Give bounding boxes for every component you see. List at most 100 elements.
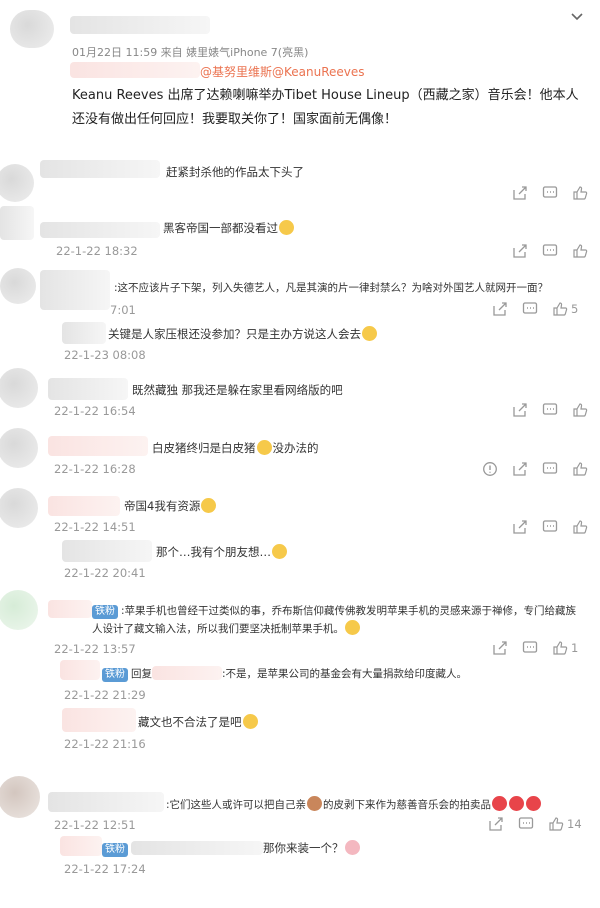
comment-time: 22-1-22 12:51	[54, 818, 136, 832]
avatar[interactable]	[0, 428, 38, 468]
commenter-name[interactable]	[60, 836, 102, 856]
post-meta: 01月22日 11:59 来自 婊里婊气iPhone 7(亮黑)	[72, 46, 309, 59]
share-icon[interactable]	[512, 185, 528, 201]
comment-time: 22-1-22 16:54	[54, 404, 136, 418]
comment-text: 铁粉 那你来装一个？	[102, 840, 361, 857]
comment-time: 22-1-22 14:51	[54, 520, 136, 534]
comment-icon[interactable]	[518, 816, 534, 832]
like-icon[interactable]	[572, 402, 588, 418]
mention-blur	[70, 62, 200, 78]
comment-text: 铁粉:苹果手机也曾经干过类似的事，乔布斯信仰藏传佛教发明苹果手机的灵感来源于禅修…	[92, 605, 577, 635]
commenter-name[interactable]	[40, 222, 160, 238]
post-text: Keanu Reeves 出席了达赖喇嘛举办Tibet House Lineup…	[72, 88, 579, 127]
commenter-name[interactable]	[48, 600, 92, 618]
comment-time: 22-1-22 16:28	[54, 462, 136, 476]
avatar[interactable]	[0, 488, 38, 528]
laugh-cry-emoji	[279, 220, 294, 235]
comment-actions: 14	[488, 816, 582, 832]
comment-time: 22-1-22 21:29	[64, 688, 146, 702]
like-icon[interactable]	[572, 461, 588, 477]
share-icon[interactable]	[492, 301, 508, 317]
comment-text: :这不应该片子下架，列入失德艺人，凡是其演的片一律封禁么？为啥对外国艺人就网开一…	[114, 282, 549, 294]
smile-emoji	[201, 498, 217, 513]
share-icon[interactable]	[512, 519, 528, 535]
share-icon[interactable]	[512, 402, 528, 418]
share-icon[interactable]	[512, 243, 528, 259]
comment-time: 22-1-22 20:41	[64, 566, 146, 580]
avatar[interactable]	[0, 368, 38, 408]
comment-icon[interactable]	[542, 185, 558, 201]
commenter-name[interactable]	[62, 322, 106, 344]
avatar[interactable]	[0, 164, 34, 202]
comment-text: 白皮猪终归是白皮猪 没办法的	[152, 440, 319, 455]
like-icon[interactable]	[552, 640, 568, 656]
commenter-name[interactable]	[62, 540, 152, 562]
comment-actions	[482, 461, 588, 477]
commenter-name[interactable]	[62, 708, 136, 732]
like-icon[interactable]	[552, 301, 568, 317]
comment-time: 22-1-22 21:16	[64, 737, 146, 751]
comment-icon[interactable]	[542, 519, 558, 535]
post-mentions[interactable]: @基努里维斯@KeanuReeves	[200, 63, 365, 80]
comment-text: 赶紧封杀他的作品太下头了	[166, 165, 304, 179]
like-icon[interactable]	[548, 816, 564, 832]
comment-actions	[512, 243, 588, 259]
avatar[interactable]	[0, 590, 38, 630]
comment-time: 22-1-23 08:08	[64, 348, 146, 362]
comment-actions: 5	[492, 301, 578, 317]
like-icon[interactable]	[572, 243, 588, 259]
comment-icon[interactable]	[542, 402, 558, 418]
share-icon[interactable]	[488, 816, 504, 832]
comment-icon[interactable]	[542, 461, 558, 477]
comment-actions	[512, 402, 588, 418]
pig-emoji	[344, 840, 360, 855]
commenter-name[interactable]	[48, 496, 120, 516]
comment-text: 关键是人家压根还没参加？只是主办方说这人会去	[108, 326, 378, 342]
commenter-name[interactable]	[48, 792, 164, 812]
comment-actions	[512, 185, 588, 201]
commenter-name-cont[interactable]	[131, 841, 263, 855]
commenter-name[interactable]	[48, 378, 128, 400]
like-count: 14	[567, 817, 582, 831]
comment-time: 22-1-22 13:57	[54, 642, 136, 656]
comment-text: 铁粉 回复:不是，是苹果公司的基金会有大量捐款给印度藏人。	[102, 666, 467, 682]
author-name[interactable]	[70, 16, 210, 34]
commenter-name[interactable]	[60, 660, 100, 680]
heart-eyes-emoji	[509, 796, 525, 811]
like-count: 5	[571, 302, 579, 316]
comment-text: 藏文也不合法了是吧	[138, 714, 259, 730]
laugh-cry-emoji	[362, 326, 377, 341]
avatar[interactable]	[0, 268, 36, 304]
comment-icon[interactable]	[522, 640, 538, 656]
share-icon[interactable]	[512, 461, 528, 477]
person-emoji	[307, 796, 323, 811]
avatar[interactable]	[0, 776, 40, 818]
like-icon[interactable]	[572, 185, 588, 201]
comment-actions	[512, 519, 588, 535]
reply-target-name[interactable]	[152, 666, 222, 680]
comment-time: 22-1-22 18:32	[56, 244, 138, 258]
comment-time: 22-1-22 17:24	[64, 862, 146, 876]
heart-eyes-emoji	[492, 796, 508, 811]
share-icon[interactable]	[492, 640, 508, 656]
laugh-emoji	[272, 544, 287, 559]
commenter-name[interactable]	[40, 270, 110, 310]
avatar[interactable]	[0, 206, 34, 240]
comment-text: 黑客帝国一部都没看过	[163, 220, 295, 236]
commenter-name[interactable]	[48, 436, 148, 456]
like-icon[interactable]	[572, 519, 588, 535]
thumbs-up-emoji	[345, 620, 360, 635]
comment-text: 那个…我有个朋友想…	[156, 544, 288, 560]
comment-icon[interactable]	[522, 301, 538, 317]
chevron-down-icon[interactable]	[568, 8, 586, 26]
cry-emoji	[242, 714, 258, 729]
author-avatar[interactable]	[10, 10, 54, 48]
commenter-name[interactable]	[40, 160, 160, 178]
fan-badge: 铁粉	[92, 605, 118, 619]
comment-text: :它们这些人或许可以把自己亲 的皮剥下来作为慈善音乐会的拍卖品	[166, 796, 542, 812]
comment-text: 既然藏独 那我还是躲在家里看网络版的吧	[132, 383, 343, 397]
report-icon[interactable]	[482, 461, 498, 477]
like-count: 1	[571, 641, 579, 655]
comment-icon[interactable]	[542, 243, 558, 259]
heart-eyes-emoji	[526, 796, 542, 811]
